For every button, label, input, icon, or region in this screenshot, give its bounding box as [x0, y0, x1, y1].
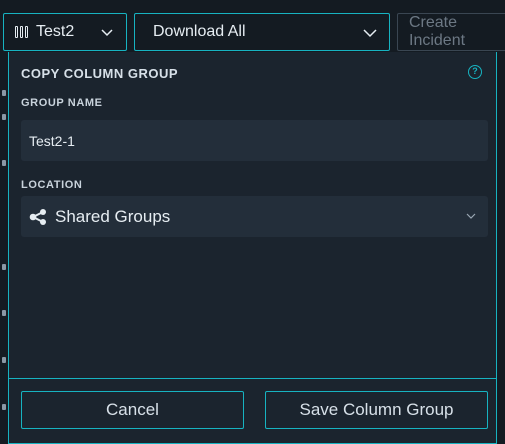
group-name-input[interactable]: Test2-1	[21, 120, 488, 161]
cancel-label: Cancel	[106, 400, 159, 419]
create-incident-label: Create Incident	[409, 14, 466, 49]
cancel-button[interactable]: Cancel	[21, 391, 244, 429]
chevron-down-icon	[101, 29, 113, 37]
location-value: Shared Groups	[55, 206, 171, 226]
column-group-label: Test2	[36, 23, 75, 40]
screen: Test2 Download All Create Incident COPY …	[0, 0, 505, 444]
chevron-down-icon	[466, 213, 476, 219]
column-group-dropdown[interactable]: Test2	[3, 13, 127, 51]
copy-column-group-dialog: COPY COLUMN GROUP ? GROUP NAME Test2-1 L…	[8, 52, 497, 444]
save-label: Save Column Group	[299, 400, 454, 419]
save-column-group-button[interactable]: Save Column Group	[265, 391, 488, 429]
group-name-label: GROUP NAME	[21, 97, 103, 109]
dialog-footer: Cancel Save Column Group	[9, 378, 496, 444]
columns-icon	[15, 26, 28, 38]
download-label: Download All	[153, 23, 246, 40]
help-icon[interactable]: ?	[468, 65, 482, 79]
create-incident-button[interactable]: Create Incident	[397, 13, 505, 51]
toolbar: Test2 Download All Create Incident	[0, 0, 505, 52]
location-label: LOCATION	[21, 179, 83, 191]
share-icon	[29, 208, 46, 225]
location-select[interactable]: Shared Groups	[21, 196, 488, 237]
download-dropdown[interactable]: Download All	[134, 13, 390, 51]
group-name-value: Test2-1	[29, 132, 75, 149]
dialog-title: COPY COLUMN GROUP	[21, 66, 179, 81]
chevron-down-icon	[363, 29, 377, 38]
